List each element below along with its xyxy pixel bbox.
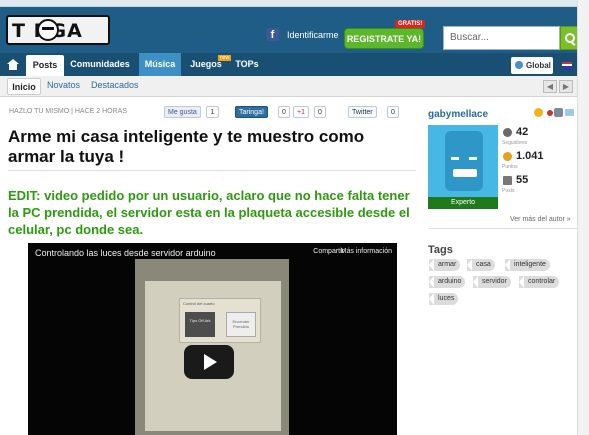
author-name[interactable]: gabymellace bbox=[428, 109, 488, 120]
subnav-inicio[interactable]: Inicio bbox=[7, 78, 41, 95]
followers-count: 42 bbox=[516, 126, 529, 138]
logo-face-icon bbox=[37, 19, 59, 41]
twitter-count: 0 bbox=[387, 106, 399, 118]
author-rank-badge: Experto bbox=[428, 197, 498, 209]
screen-panel-label: Control del cuarto bbox=[183, 301, 215, 306]
next-arrow-icon[interactable]: ▶ bbox=[559, 80, 573, 93]
nav-tab-posts[interactable]: Posts bbox=[26, 55, 64, 76]
tag[interactable]: casa bbox=[467, 259, 495, 271]
facebook-like-button[interactable]: Me gusta bbox=[164, 106, 201, 118]
smile-icon[interactable] bbox=[534, 108, 543, 117]
tag[interactable]: luces bbox=[429, 293, 459, 305]
site-header: T NGA f Identificarme REGISTRATE YA! GRA… bbox=[0, 7, 589, 53]
posts-count: 55 bbox=[516, 174, 529, 186]
top-strip: … bbox=[0, 0, 589, 7]
video-thumbnail: Control del cuarto Tipo Off Ark Encender… bbox=[135, 259, 289, 435]
points-count: 1.041 bbox=[516, 150, 544, 162]
site-logo[interactable]: T NGA bbox=[6, 15, 110, 45]
dot-icon bbox=[547, 110, 553, 116]
eye-icon bbox=[503, 128, 512, 137]
register-button[interactable]: REGISTRATE YA! bbox=[344, 28, 424, 49]
video-share-button[interactable]: Compartir bbox=[313, 248, 344, 255]
sub-nav: Inicio Novatos Destacados ◀ ▶ bbox=[0, 76, 589, 97]
sidebar-divider bbox=[428, 228, 578, 229]
avatar[interactable] bbox=[428, 125, 498, 197]
author-icons bbox=[534, 108, 574, 118]
taringa-share-button[interactable]: Taringa! bbox=[235, 106, 268, 118]
screen-button-off: Tipo Off Ark bbox=[185, 312, 215, 337]
avatar-eye bbox=[469, 157, 477, 160]
avatar-eye bbox=[451, 157, 459, 160]
prev-arrow-icon[interactable]: ◀ bbox=[543, 80, 557, 93]
video-info-button[interactable]: Más información bbox=[341, 248, 392, 255]
search-button[interactable] bbox=[560, 26, 578, 50]
tags-heading: Tags bbox=[428, 244, 453, 256]
video-player[interactable]: Controlando las luces desde servidor ard… bbox=[28, 243, 397, 435]
screen-panel: Control del cuarto Tipo Off Ark Encender… bbox=[179, 298, 261, 343]
tag[interactable]: armar bbox=[429, 259, 461, 271]
post-edit-note: EDIT: video pedido por un usuario, aclar… bbox=[8, 188, 410, 237]
country-flag-icon bbox=[565, 109, 574, 116]
flag-icon[interactable] bbox=[562, 62, 572, 69]
facebook-like-count: 1 bbox=[206, 106, 219, 118]
tag[interactable]: servidor bbox=[473, 276, 511, 288]
nav-tab-musica[interactable]: Música bbox=[139, 53, 181, 76]
register-badge: GRATIS! bbox=[395, 20, 426, 28]
nav-tab-tops[interactable]: TOPs bbox=[230, 53, 264, 76]
posts-icon bbox=[503, 176, 512, 185]
twitter-button[interactable]: Twitter bbox=[348, 106, 377, 118]
main-nav: Posts Comunidades Música Juegos new TOPs… bbox=[0, 53, 589, 76]
search-input[interactable]: Buscar... bbox=[443, 26, 560, 50]
avatar-mouth bbox=[453, 169, 477, 177]
avatar-head bbox=[445, 131, 483, 191]
subnav-novatos[interactable]: Novatos bbox=[47, 80, 80, 90]
taringa-share-count: 0 bbox=[278, 106, 290, 118]
gplus-count: 0 bbox=[314, 106, 326, 118]
more-from-author-link[interactable]: Ver más del autor » bbox=[510, 216, 571, 223]
nav-tab-comunidades[interactable]: Comunidades bbox=[68, 53, 132, 76]
share-icon[interactable] bbox=[554, 108, 563, 117]
followers-label: Seguidores bbox=[502, 140, 528, 146]
gplus-button[interactable]: +1 bbox=[293, 106, 309, 118]
coin-icon bbox=[503, 152, 512, 161]
tag[interactable]: controlar bbox=[519, 276, 560, 288]
facebook-icon[interactable]: f bbox=[266, 28, 279, 41]
post-title: Arme mi casa inteligente y te muestro co… bbox=[8, 127, 365, 166]
title-divider bbox=[8, 170, 416, 171]
login-link[interactable]: Identificarme bbox=[287, 30, 339, 40]
subnav-destacados[interactable]: Destacados bbox=[91, 80, 139, 90]
page-scrollbar[interactable] bbox=[577, 0, 589, 435]
post-meta: HAZLO TU MISMO | HACE 2 HORAS bbox=[9, 108, 127, 115]
posts-label: Posts bbox=[502, 188, 515, 194]
points-label: Puntos bbox=[502, 164, 518, 170]
video-title[interactable]: Controlando las luces desde servidor ard… bbox=[35, 248, 216, 258]
home-icon[interactable] bbox=[0, 53, 25, 76]
global-button[interactable]: Global bbox=[511, 57, 553, 74]
screen-button-on: Encender Prendido bbox=[226, 312, 256, 337]
tag[interactable]: arduino bbox=[429, 276, 466, 288]
tag[interactable]: inteligente bbox=[505, 259, 550, 271]
play-icon[interactable] bbox=[184, 345, 234, 379]
